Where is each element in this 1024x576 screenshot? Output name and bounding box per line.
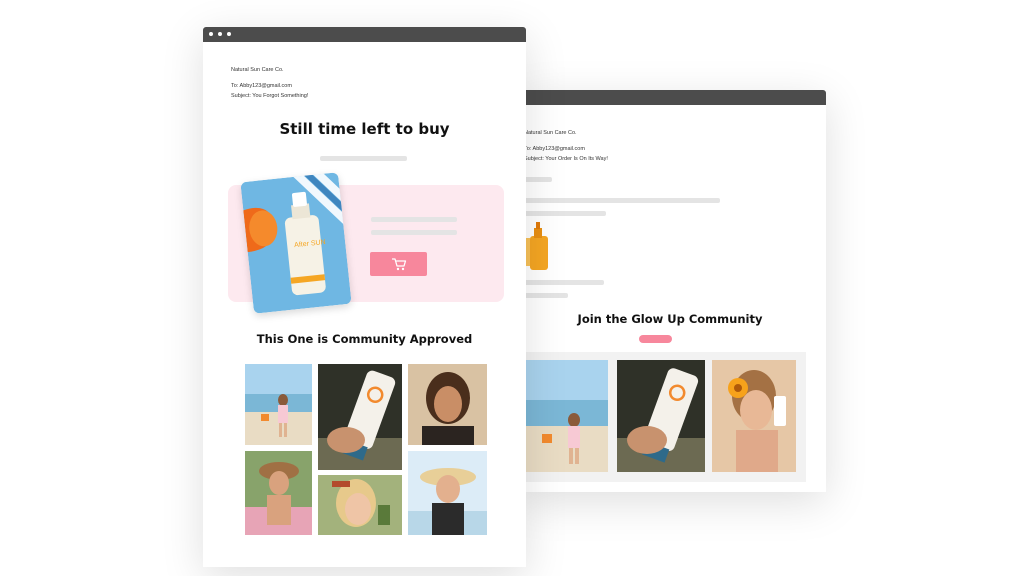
email-subject: Subject: Your Order Is On Its Way! xyxy=(524,156,608,162)
window-titlebar xyxy=(203,27,526,42)
woman-in-hat-photo xyxy=(245,451,312,535)
hand-holding-tube-photo xyxy=(617,360,705,472)
placeholder-line xyxy=(524,293,568,298)
woman-with-sunhat-photo xyxy=(408,451,487,535)
placeholder-line xyxy=(371,217,457,222)
cta-pill-button[interactable] xyxy=(639,335,672,343)
placeholder-line xyxy=(524,280,604,285)
window-titlebar xyxy=(520,90,826,105)
email-to: To: Abby123@gmail.com xyxy=(524,146,585,152)
placeholder-line xyxy=(524,198,720,203)
email-subject: Subject: You Forgot Something! xyxy=(231,93,309,99)
community-heading: This One is Community Approved xyxy=(256,332,473,346)
window-dot-icon xyxy=(209,32,213,36)
cart-icon xyxy=(391,258,406,271)
email-from: Natural Sun Care Co. xyxy=(231,67,284,73)
window-dot-icon xyxy=(227,32,231,36)
placeholder-line xyxy=(320,156,407,161)
email-from: Natural Sun Care Co. xyxy=(524,130,577,136)
placeholder-line xyxy=(524,211,606,216)
email-to: To: Abby123@gmail.com xyxy=(231,83,292,89)
woman-with-flower-photo xyxy=(712,360,796,472)
product-thumbnail xyxy=(524,222,548,270)
back-email-window: Natural Sun Care Co. To: Abby123@gmail.c… xyxy=(520,90,826,492)
beach-child-photo xyxy=(245,364,312,445)
window-dot-icon xyxy=(218,32,222,36)
placeholder-line xyxy=(371,230,457,235)
beach-child-photo xyxy=(524,360,608,472)
add-to-cart-button[interactable] xyxy=(370,252,427,276)
woman-with-sunglasses-photo xyxy=(318,475,402,535)
product-photo: After SUN xyxy=(240,172,352,314)
email-heading: Still time left to buy xyxy=(279,120,450,138)
smiling-woman-photo xyxy=(408,364,487,445)
community-heading: Join the Glow Up Community xyxy=(577,312,763,326)
placeholder-line xyxy=(524,177,552,182)
hand-holding-tube-photo xyxy=(318,364,402,470)
front-email-window: Natural Sun Care Co. To: Abby123@gmail.c… xyxy=(203,27,526,567)
